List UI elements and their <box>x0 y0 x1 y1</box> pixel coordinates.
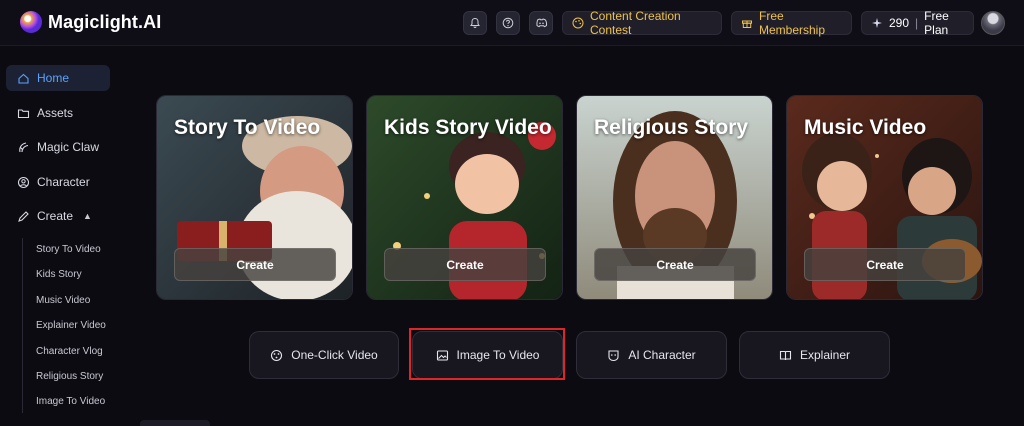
card-religious-story[interactable]: Religious Story Create <box>576 95 773 300</box>
sidebar-subitem-religious-story[interactable]: Religious Story <box>36 371 103 382</box>
content-contest-button[interactable]: Content Creation Contest <box>562 9 722 37</box>
sidebar-item-character[interactable]: Character <box>6 169 110 195</box>
card-story-to-video[interactable]: Story To Video Create <box>156 95 353 300</box>
card-title: Story To Video <box>174 116 321 139</box>
card-kids-story-video[interactable]: Kids Story Video Create <box>366 95 563 300</box>
discord-icon[interactable] <box>529 11 553 35</box>
card-music-video[interactable]: Music Video Create <box>786 95 983 300</box>
bottom-scroll-tab <box>140 420 210 426</box>
one-click-video-button[interactable]: One-Click Video <box>249 331 399 379</box>
create-button[interactable]: Create <box>594 248 756 281</box>
sidebar-item-assets[interactable]: Assets <box>6 100 110 126</box>
create-icon <box>16 209 30 223</box>
logo-icon <box>20 11 42 33</box>
sidebar-item-label: Magic Claw <box>37 140 100 154</box>
sidebar-subitem-explainer-video[interactable]: Explainer Video <box>36 320 106 331</box>
sidebar-subitem-story-to-video[interactable]: Story To Video <box>36 244 101 255</box>
membership-label: Free Membership <box>759 9 826 37</box>
card-title: Music Video <box>804 116 927 139</box>
help-icon[interactable] <box>496 11 520 35</box>
sidebar-item-label: Home <box>37 71 70 85</box>
app-name: Magiclight.AI <box>48 11 162 32</box>
character-face-icon <box>607 349 620 362</box>
ai-character-button[interactable]: AI Character <box>576 331 727 379</box>
create-button[interactable]: Create <box>384 248 546 281</box>
one-click-video-label: One-Click Video <box>291 348 378 362</box>
separator: | <box>915 16 919 30</box>
create-button[interactable]: Create <box>804 248 966 281</box>
sidebar: Home Assets Magic Claw Character Create … <box>0 46 120 426</box>
explainer-label: Explainer <box>799 348 851 362</box>
credits-plan-badge[interactable]: 290 | Free Plan <box>861 9 974 37</box>
ai-character-label: AI Character <box>628 348 696 362</box>
free-membership-button[interactable]: Free Membership <box>731 9 852 37</box>
card-title: Kids Story Video <box>384 116 552 139</box>
book-icon <box>779 349 792 362</box>
sidebar-item-label: Create <box>37 209 74 223</box>
sidebar-subitem-music-video[interactable]: Music Video <box>36 295 90 306</box>
create-button[interactable]: Create <box>174 248 336 281</box>
submenu-line <box>22 238 23 413</box>
gift-icon <box>741 17 753 29</box>
sparkle-icon <box>871 17 883 29</box>
plan-label: Free Plan <box>924 9 949 37</box>
sparkle-film-icon <box>270 349 283 362</box>
top-header: Magiclight.AI Content Creation Contest F… <box>0 0 1024 46</box>
bell-icon[interactable] <box>463 11 487 35</box>
avatar[interactable] <box>981 11 1005 35</box>
home-icon <box>16 71 30 85</box>
character-icon <box>16 175 30 189</box>
chevron-up-icon: ▲ <box>83 211 92 221</box>
sidebar-item-label: Character <box>37 175 90 189</box>
card-title: Religious Story <box>594 116 749 139</box>
sidebar-item-label: Assets <box>37 106 74 120</box>
sidebar-item-home[interactable]: Home <box>6 65 110 91</box>
sidebar-subitem-kids-story[interactable]: Kids Story <box>36 269 82 280</box>
credits-count: 290 <box>889 16 910 30</box>
highlight-box <box>409 328 565 380</box>
sidebar-subitem-character-vlog[interactable]: Character Vlog <box>36 346 103 357</box>
contest-label: Content Creation Contest <box>590 9 681 37</box>
sidebar-item-magic-claw[interactable]: Magic Claw <box>6 134 110 160</box>
sidebar-item-create[interactable]: Create ▲ <box>6 203 110 229</box>
palette-icon <box>572 17 584 29</box>
explainer-button[interactable]: Explainer <box>739 331 890 379</box>
claw-icon <box>16 140 30 154</box>
sidebar-subitem-image-to-video[interactable]: Image To Video <box>36 396 105 407</box>
folder-icon <box>16 106 30 120</box>
logo[interactable]: Magiclight.AI <box>20 11 161 33</box>
